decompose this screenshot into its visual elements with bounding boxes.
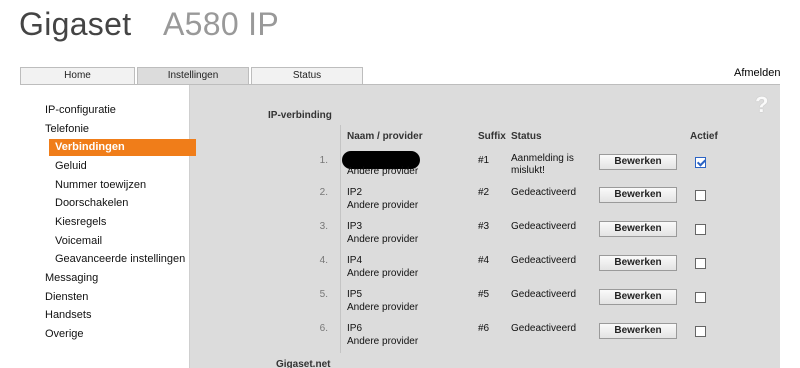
suffix-value: #1 [478, 155, 490, 166]
edit-button[interactable]: Bewerken [599, 154, 677, 170]
model-name: A580 IP [163, 6, 279, 42]
brand-logo: Gigaset [19, 6, 132, 42]
logout-link[interactable]: Afmelden [734, 67, 780, 79]
header-suffix: Suffix [478, 131, 506, 142]
connection-name: IP2 [347, 187, 363, 198]
active-checkbox[interactable] [695, 157, 706, 168]
connection-name: IP5 [347, 289, 363, 300]
provider-label: Andere provider [347, 268, 419, 279]
table-row: 2. IP2 Andere provider #2 Gedeactiveerd … [20, 186, 780, 216]
header-name-provider: Naam / provider [347, 131, 423, 142]
edit-button[interactable]: Bewerken [599, 221, 677, 237]
sidebar-item-telefonie[interactable]: Telefonie [45, 123, 89, 135]
header-status: Status [511, 131, 542, 142]
gigaset-net-section-title: Gigaset.net [276, 359, 331, 368]
active-checkbox[interactable] [695, 326, 706, 337]
header-actief: Actief [690, 131, 718, 142]
provider-label: Andere provider [347, 200, 419, 211]
status-text: Gedeactiveerd [511, 323, 577, 334]
tab-instellingen[interactable]: Instellingen [137, 67, 249, 85]
help-icon[interactable]: ? [755, 92, 768, 118]
provider-label: Andere provider [347, 234, 419, 245]
connection-name: IP4 [347, 255, 363, 266]
tab-status[interactable]: Status [251, 67, 363, 85]
row-number: 3. [319, 221, 328, 232]
active-checkbox[interactable] [695, 224, 706, 235]
table-row: 5. IP5 Andere provider #5 Gedeactiveerd … [20, 288, 780, 318]
edit-button[interactable]: Bewerken [599, 255, 677, 271]
tab-bar: Home Instellingen Status [20, 67, 800, 85]
active-checkbox[interactable] [695, 258, 706, 269]
table-row: 3. IP3 Andere provider #3 Gedeactiveerd … [20, 220, 780, 250]
active-checkbox[interactable] [695, 190, 706, 201]
status-text: Aanmelding is mislukt! [511, 153, 574, 176]
connection-name: IP3 [347, 221, 363, 232]
status-text: Gedeactiveerd [511, 221, 577, 232]
active-checkbox[interactable] [695, 292, 706, 303]
suffix-value: #5 [478, 289, 490, 300]
row-number: 2. [319, 187, 328, 198]
suffix-value: #4 [478, 255, 490, 266]
row-number: 4. [319, 255, 328, 266]
content-panel: IP-configuratie Telefonie Verbindingen G… [20, 84, 780, 368]
table-row: 1. Andere provider #1 Aanmelding is misl… [20, 151, 780, 181]
provider-label: Andere provider [347, 336, 419, 347]
provider-label: Andere provider [347, 166, 419, 177]
suffix-value: #2 [478, 187, 490, 198]
row-number: 5. [319, 289, 328, 300]
row-number: 1. [319, 155, 328, 166]
status-text: Gedeactiveerd [511, 187, 577, 198]
section-title: IP-verbinding [268, 110, 332, 121]
sidebar-item-ip-configuratie[interactable]: IP-configuratie [45, 104, 116, 116]
status-text: Gedeactiveerd [511, 289, 577, 300]
row-number: 6. [319, 323, 328, 334]
suffix-value: #6 [478, 323, 490, 334]
table-row: 6. IP6 Andere provider #6 Gedeactiveerd … [20, 322, 780, 352]
connection-name: IP6 [347, 323, 363, 334]
table-row: 4. IP4 Andere provider #4 Gedeactiveerd … [20, 254, 780, 284]
edit-button[interactable]: Bewerken [599, 289, 677, 305]
suffix-value: #3 [478, 221, 490, 232]
tab-home[interactable]: Home [20, 67, 135, 85]
status-text: Gedeactiveerd [511, 255, 577, 266]
edit-button[interactable]: Bewerken [599, 187, 677, 203]
edit-button[interactable]: Bewerken [599, 323, 677, 339]
provider-label: Andere provider [347, 302, 419, 313]
